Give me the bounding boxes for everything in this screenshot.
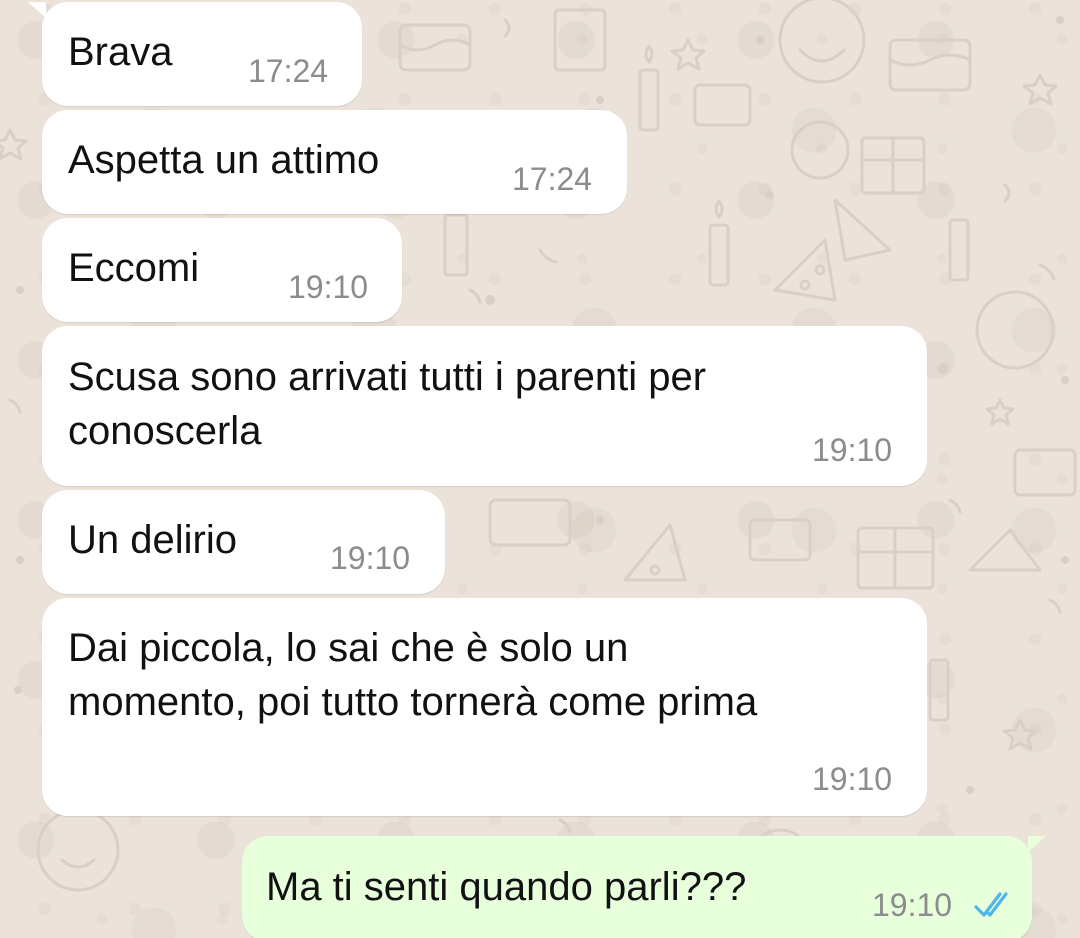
message-timestamp: 17:24 (248, 53, 329, 89)
message-timestamp: 19:10 (330, 540, 411, 576)
message-bubble-outgoing[interactable]: Ma ti senti quando parli??? 19:10 (242, 836, 1046, 938)
message-text: Dai piccola, lo sai che è solo un moment… (68, 626, 758, 724)
message-bubble-incoming[interactable]: Dai piccola, lo sai che è solo un moment… (42, 598, 927, 816)
message-bubble-incoming[interactable]: Aspetta un attimo 17:24 (42, 110, 627, 214)
message-bubble-incoming[interactable]: Eccomi 19:10 (42, 218, 402, 322)
message-text: Scusa sono arrivati tutti i parenti per … (68, 355, 707, 453)
message-timestamp: 17:24 (512, 161, 593, 197)
message-timestamp: 19:10 (812, 432, 893, 468)
message-text: Un delirio (68, 518, 237, 562)
message-text: Aspetta un attimo (68, 138, 380, 182)
chat-view[interactable]: Brava 17:24 Aspetta un attimo 17:24 Ecco… (0, 0, 1080, 938)
message-text: Brava (68, 30, 173, 74)
bubble-tail (1028, 836, 1046, 852)
bubble-tail (28, 2, 46, 18)
message-text: Eccomi (68, 246, 200, 290)
message-bubble-incoming[interactable]: Brava 17:24 (28, 2, 362, 106)
message-timestamp: 19:10 (812, 761, 893, 797)
message-bubble-incoming[interactable]: Scusa sono arrivati tutti i parenti per … (42, 326, 927, 486)
message-timestamp: 19:10 (288, 269, 369, 305)
message-timestamp: 19:10 (872, 887, 953, 923)
message-bubble-incoming[interactable]: Un delirio 19:10 (42, 490, 445, 594)
double-check-read-icon (974, 892, 1008, 917)
message-text: Ma ti senti quando parli??? (266, 865, 747, 909)
